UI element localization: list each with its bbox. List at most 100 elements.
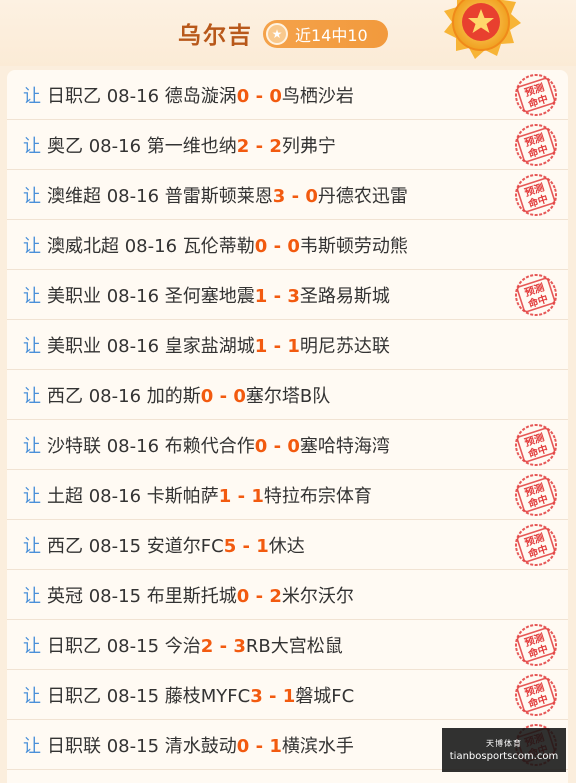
match-row[interactable]: 让 英冠 08-15 布里斯托城0 - 2米尔沃尔 <box>7 570 568 620</box>
score-separator: - <box>262 685 283 707</box>
match-date: 08-16 <box>106 185 160 207</box>
match-date: 08-15 <box>88 535 142 557</box>
match-info: 西乙 08-15 安道尔FC5 - 1休达 <box>47 532 305 558</box>
match-date: 08-16 <box>106 435 160 457</box>
header: 乌尔吉 ★ 近14中10 <box>0 0 576 66</box>
league: 澳威北超 <box>47 235 119 257</box>
home-score: 1 <box>218 485 232 507</box>
handicap-tag: 让 <box>23 735 41 757</box>
hit-stamp-icon: 预测 命中 <box>515 674 557 716</box>
match-row[interactable]: 让 奥乙 08-16 第一维也纳2 - 2列弗宁 预测 命中 <box>7 120 568 170</box>
match-row[interactable]: 让 美职业 08-16 皇家盐湖城1 - 1明尼苏达联 <box>7 320 568 370</box>
home-score: 5 <box>223 535 237 557</box>
league: 奥乙 <box>47 135 83 157</box>
star-icon: ★ <box>266 23 288 45</box>
league: 日职乙 <box>47 85 101 107</box>
watermark-line2: tianbosportscom.com <box>449 751 559 762</box>
score-separator: - <box>249 585 270 607</box>
match-date: 08-15 <box>88 585 142 607</box>
match-info: 澳维超 08-16 普雷斯顿莱恩3 - 0丹德农迅雷 <box>47 182 408 208</box>
match-row[interactable]: 让 土超 08-16 卡斯帕萨1 - 1特拉布宗体育 预测 命中 <box>7 470 568 520</box>
handicap-tag: 让 <box>23 185 41 207</box>
match-row[interactable]: 让 日职乙 08-15 藤枝MYFC3 - 1磐城FC 预测 命中 <box>7 670 568 720</box>
score-separator: - <box>236 535 257 557</box>
record-badge: ★ 近14中10 <box>263 20 388 48</box>
watermark: 天博体育 tianbosportscom.com <box>442 728 566 772</box>
away-score: 1 <box>287 335 300 357</box>
match-date: 08-16 <box>124 235 178 257</box>
home-team: 皇家盐湖城 <box>164 335 255 357</box>
away-score: 1 <box>256 535 269 557</box>
home-score: 0 <box>236 585 250 607</box>
score-separator: - <box>213 385 234 407</box>
league: 日职乙 <box>47 685 101 707</box>
home-score: 0 <box>236 735 250 757</box>
match-row[interactable]: 让 西乙 08-15 安道尔FC5 - 1休达 预测 命中 <box>7 520 568 570</box>
match-row[interactable]: 让 日职乙 08-16 德岛漩涡0 - 0鸟栖沙岩 预测 命中 <box>7 70 568 120</box>
match-row[interactable]: 让 美职业 08-16 圣何塞地震1 - 3圣路易斯城 预测 命中 <box>7 270 568 320</box>
match-info: 土超 08-16 卡斯帕萨1 - 1特拉布宗体育 <box>47 482 372 508</box>
away-score: 0 <box>305 185 318 207</box>
match-row[interactable]: 让 澳威北超 08-16 瓦伦蒂勒0 - 0韦斯顿劳动熊 <box>7 220 568 270</box>
away-team: 休达 <box>268 535 305 557</box>
score-separator: - <box>249 85 270 107</box>
away-team: 明尼苏达联 <box>299 335 390 357</box>
away-score: 3 <box>233 635 246 657</box>
match-row[interactable]: 让 西乙 08-16 加的斯0 - 0塞尔塔B队 <box>7 370 568 420</box>
away-score: 1 <box>251 485 264 507</box>
match-row[interactable]: 让 澳维超 08-16 普雷斯顿莱恩3 - 0丹德农迅雷 预测 命中 <box>7 170 568 220</box>
handicap-tag: 让 <box>23 585 41 607</box>
hit-stamp-icon: 预测 命中 <box>515 474 557 516</box>
handicap-tag: 让 <box>23 685 41 707</box>
away-team: 塞尔塔B队 <box>245 385 331 407</box>
home-team: 普雷斯顿莱恩 <box>164 185 273 207</box>
home-score: 0 <box>200 385 214 407</box>
home-team: 德岛漩涡 <box>164 85 237 107</box>
score-separator: - <box>249 135 270 157</box>
match-info: 日职乙 08-15 今治2 - 3RB大宫松鼠 <box>47 632 343 658</box>
handicap-tag: 让 <box>23 385 41 407</box>
league: 西乙 <box>47 385 83 407</box>
match-info: 西乙 08-16 加的斯0 - 0塞尔塔B队 <box>47 382 330 408</box>
match-info: 美职业 08-16 圣何塞地震1 - 3圣路易斯城 <box>47 282 390 308</box>
home-score: 1 <box>254 335 268 357</box>
match-date: 08-16 <box>106 85 160 107</box>
match-info: 日职联 08-15 清水鼓动0 - 1横滨水手 <box>47 732 354 758</box>
away-score: 0 <box>287 435 300 457</box>
league: 土超 <box>47 485 83 507</box>
away-team: 列弗宁 <box>281 135 336 157</box>
handicap-tag: 让 <box>23 235 41 257</box>
home-team: 布里斯托城 <box>146 585 237 607</box>
away-score: 2 <box>269 135 282 157</box>
home-team: 第一维也纳 <box>146 135 237 157</box>
match-date: 08-16 <box>88 385 142 407</box>
match-row[interactable]: 让 日职乙 08-15 今治2 - 3RB大宫松鼠 预测 命中 <box>7 620 568 670</box>
match-info: 日职乙 08-16 德岛漩涡0 - 0鸟栖沙岩 <box>47 82 354 108</box>
home-team: 安道尔FC <box>146 535 224 557</box>
score-separator: - <box>285 185 306 207</box>
watermark-line1: 天博体育 <box>486 739 522 748</box>
home-score: 1 <box>254 285 268 307</box>
hit-stamp-icon: 预测 命中 <box>515 624 557 666</box>
home-team: 藤枝MYFC <box>164 685 251 707</box>
match-info: 澳威北超 08-16 瓦伦蒂勒0 - 0韦斯顿劳动熊 <box>47 232 408 258</box>
league: 美职业 <box>47 335 101 357</box>
home-score: 3 <box>250 685 263 707</box>
home-score: 0 <box>254 435 268 457</box>
home-score: 2 <box>200 635 214 657</box>
match-date: 08-15 <box>106 685 160 707</box>
handicap-tag: 让 <box>23 635 41 657</box>
home-score: 2 <box>236 135 250 157</box>
match-date: 08-16 <box>106 335 160 357</box>
away-team: 米尔沃尔 <box>281 585 354 607</box>
away-team: 韦斯顿劳动熊 <box>299 235 408 257</box>
home-score: 0 <box>254 235 268 257</box>
match-info: 奥乙 08-16 第一维也纳2 - 2列弗宁 <box>47 132 336 158</box>
handicap-tag: 让 <box>23 85 41 107</box>
medal-icon <box>444 0 521 59</box>
league: 西乙 <box>47 535 83 557</box>
away-score: 1 <box>282 685 296 707</box>
match-date: 08-16 <box>106 285 160 307</box>
away-score: 2 <box>269 585 282 607</box>
match-row[interactable]: 让 沙特联 08-16 布赖代合作0 - 0塞哈特海湾 预测 命中 <box>7 420 568 470</box>
